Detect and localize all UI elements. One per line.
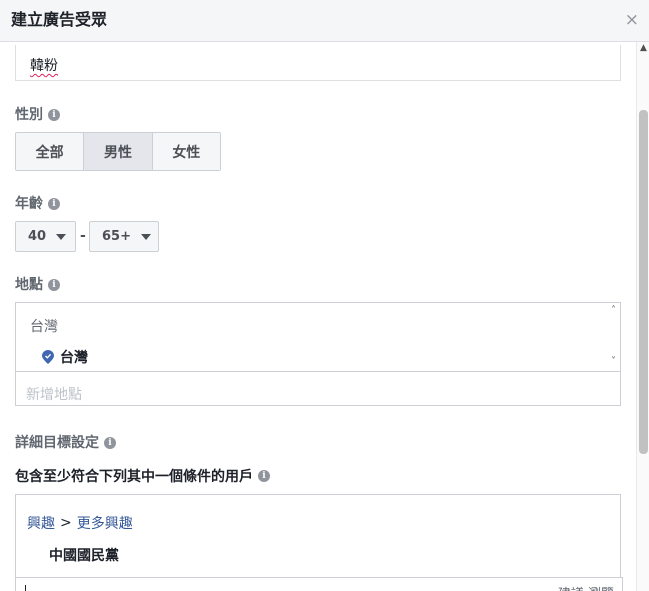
location-item[interactable]: 台灣 <box>42 347 88 367</box>
age-label: 年齡 i <box>15 195 60 213</box>
caret-down-icon <box>56 233 67 240</box>
location-country-header: 台灣 <box>30 319 58 335</box>
detailed-targeting-actions[interactable]: 建議 瀏覽 <box>558 583 614 591</box>
gender-label-text: 性別 <box>15 107 43 123</box>
age-min-value: 40 <box>28 229 47 244</box>
scrollbar[interactable]: ▲ <box>636 42 649 591</box>
include-label-text: 包含至少符合下列其中一個條件的用戶 <box>15 469 253 485</box>
chevron-up-icon[interactable]: ▲ <box>640 43 647 53</box>
audience-name-field[interactable]: 韓粉 <box>15 45 621 81</box>
location-pin-icon <box>42 350 54 364</box>
age-label-text: 年齡 <box>15 196 43 212</box>
chevron-right-icon: > <box>60 515 72 531</box>
info-icon[interactable]: i <box>48 279 60 291</box>
chevron-up-icon[interactable]: ˄ <box>611 305 616 316</box>
interest-item[interactable]: 中國國民黨 <box>49 545 119 565</box>
close-icon[interactable]: × <box>625 11 639 29</box>
detailed-targeting-label-text: 詳細目標設定 <box>15 435 99 451</box>
info-icon[interactable]: i <box>258 470 270 482</box>
dialog-header: 建立廣告受眾 × <box>0 0 649 42</box>
age-max-value: 65+ <box>102 229 131 244</box>
dialog-title: 建立廣告受眾 <box>11 10 108 29</box>
age-separator: - <box>80 228 86 244</box>
location-label: 地點 i <box>15 276 60 294</box>
gender-label: 性別 i <box>15 106 60 124</box>
gender-option-all[interactable]: 全部 <box>16 133 85 170</box>
gender-option-female[interactable]: 女性 <box>152 133 220 170</box>
breadcrumb-interests[interactable]: 興趣 <box>27 513 55 533</box>
location-label-text: 地點 <box>15 277 43 293</box>
info-icon[interactable]: i <box>48 198 60 210</box>
gender-selector: 全部 男性 女性 <box>15 132 221 171</box>
caret-down-icon <box>140 233 151 240</box>
scrollbar-thumb[interactable] <box>639 110 648 454</box>
gender-option-male[interactable]: 男性 <box>84 133 153 170</box>
age-max-select[interactable]: 65+ <box>89 221 159 252</box>
include-label: 包含至少符合下列其中一個條件的用戶 i <box>15 466 270 486</box>
detailed-targeting-label: 詳細目標設定 i <box>15 434 116 452</box>
location-item-label: 台灣 <box>60 350 88 366</box>
breadcrumb-more-interests[interactable]: 更多興趣 <box>77 513 133 533</box>
location-list: 台灣 台灣 ˄ ˅ <box>16 303 620 372</box>
location-box: 台灣 台灣 ˄ ˅ 新增地點 <box>15 302 621 406</box>
location-search-input[interactable]: 新增地點 <box>26 384 82 404</box>
text-cursor <box>25 585 26 591</box>
dialog-body: 韓粉 性別 i 全部 男性 女性 年齡 i 40 - 65+ 地點 i 台灣 台… <box>0 42 636 591</box>
detailed-targeting-box: 興趣 > 更多興趣 中國國民黨 建議 瀏覽 <box>15 494 623 591</box>
info-icon[interactable]: i <box>104 437 116 449</box>
info-icon[interactable]: i <box>48 109 60 121</box>
chevron-down-icon[interactable]: ˅ <box>611 356 616 367</box>
detailed-targeting-input[interactable]: 建議 瀏覽 <box>15 577 623 591</box>
audience-name-value: 韓粉 <box>30 58 58 74</box>
age-min-select[interactable]: 40 <box>15 221 76 252</box>
breadcrumb: 興趣 > 更多興趣 <box>27 513 133 533</box>
